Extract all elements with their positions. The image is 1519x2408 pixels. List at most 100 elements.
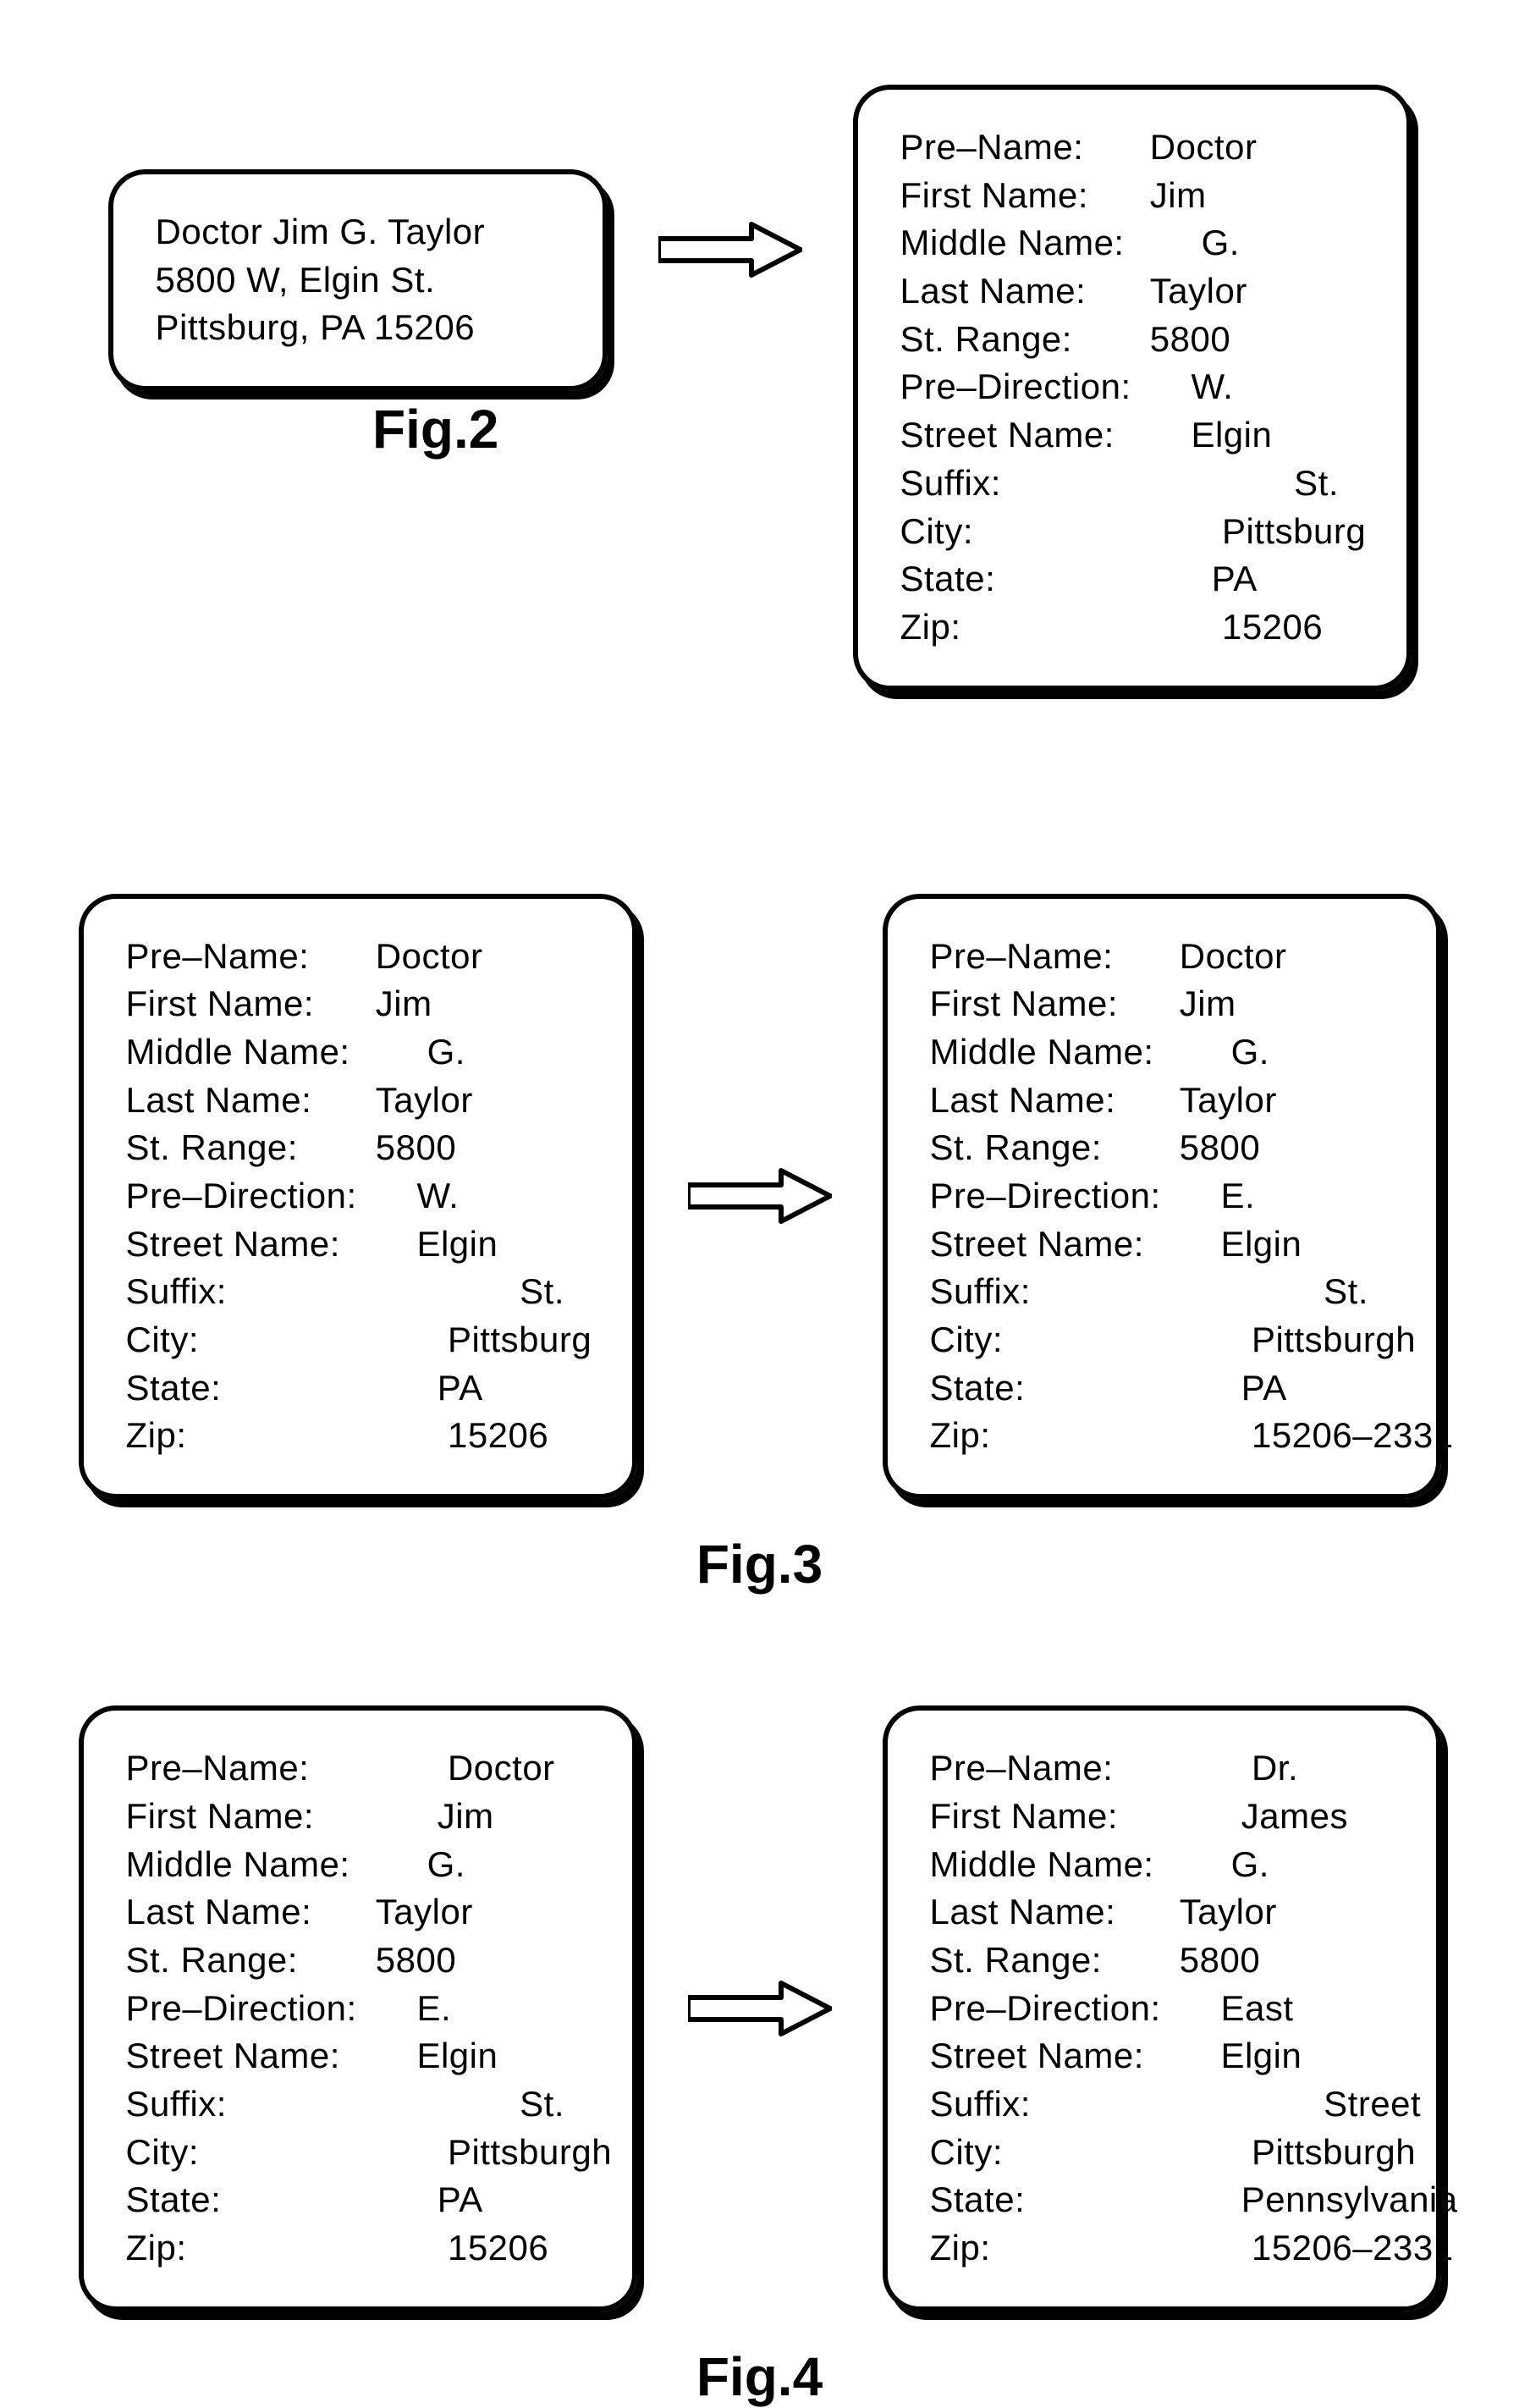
kv-value: Taylor (376, 1077, 592, 1125)
kv-line: Pre–Name: Doctor (126, 1744, 613, 1793)
kv-line: Middle Name: G. (930, 1841, 1458, 1889)
kv-key: Middle Name: (126, 1841, 376, 1889)
fig4-right-list: Pre–Name: Dr.First Name: JamesMiddle Nam… (930, 1744, 1458, 2273)
figure-4-caption: Fig.4 (102, 2345, 1417, 2408)
kv-value: St. (1150, 460, 1366, 508)
kv-value: 5800 (376, 1937, 612, 1985)
kv-line: Suffix: St. (126, 2080, 613, 2129)
kv-line: Suffix: St. (126, 1268, 592, 1316)
kv-line: Pre–Direction: E. (126, 1985, 613, 2033)
page: Doctor Jim G. Taylor 5800 W, Elgin St. P… (0, 0, 1519, 2167)
kv-value: 15206–2331 (1180, 1412, 1454, 1460)
fig3-left-list: Pre–Name: DoctorFirst Name: JimMiddle Na… (126, 933, 592, 1461)
kv-key: Pre–Name: (126, 1744, 376, 1793)
kv-value: G. (1180, 1841, 1458, 1889)
kv-line: First Name: James (930, 1793, 1458, 1841)
fig2-input-line: 5800 W, Elgin St. (156, 256, 486, 305)
kv-value: 15206 (376, 1412, 592, 1460)
kv-key: St. Range: (900, 316, 1150, 364)
kv-key: Last Name: (930, 1888, 1180, 1937)
kv-key: Pre–Direction: (126, 1172, 376, 1221)
kv-line: First Name: Jim (126, 1793, 613, 1841)
kv-line: First Name: Jim (930, 980, 1454, 1028)
kv-value: G. (1150, 219, 1366, 267)
kv-value: E. (1180, 1172, 1454, 1221)
kv-line: St. Range: 5800 (126, 1937, 613, 1985)
kv-line: Suffix: Street (930, 2080, 1458, 2129)
kv-key: Suffix: (930, 2080, 1180, 2129)
kv-key: Suffix: (126, 2080, 376, 2129)
kv-line: First Name: Jim (126, 980, 592, 1028)
kv-value: James (1180, 1793, 1458, 1841)
kv-line: St. Range: 5800 (930, 1124, 1454, 1172)
kv-line: State: PA (126, 1364, 592, 1413)
kv-value: PA (1180, 1364, 1454, 1413)
kv-line: Pre–Direction: W. (900, 363, 1367, 411)
kv-line: St. Range: 5800 (930, 1937, 1458, 1985)
fig2-input-box: Doctor Jim G. Taylor 5800 W, Elgin St. P… (108, 169, 608, 391)
kv-key: Pre–Direction: (930, 1172, 1180, 1221)
kv-key: Pre–Name: (126, 933, 376, 981)
arrow-icon (658, 220, 802, 279)
kv-key: Zip: (930, 2224, 1180, 2273)
kv-value: Taylor (1150, 267, 1366, 316)
kv-key: State: (126, 2176, 376, 2224)
kv-line: Pre–Name: Doctor (930, 933, 1454, 981)
kv-value: Pittsburg (376, 1316, 592, 1364)
kv-line: City: Pittsburgh (930, 2129, 1458, 2177)
kv-key: Zip: (126, 1412, 376, 1460)
kv-line: Suffix: St. (930, 1268, 1454, 1316)
kv-key: St. Range: (930, 1937, 1180, 1985)
kv-value: Doctor (1150, 124, 1366, 172)
kv-value: 15206 (1150, 603, 1366, 652)
kv-line: Last Name: Taylor (126, 1077, 592, 1125)
kv-key: Pre–Direction: (126, 1985, 376, 2033)
kv-value: Taylor (376, 1888, 612, 1937)
kv-key: Last Name: (126, 1077, 376, 1125)
kv-key: Pre–Name: (930, 933, 1180, 981)
figure-3: Pre–Name: DoctorFirst Name: JimMiddle Na… (102, 894, 1417, 1596)
kv-value: Pittsburg (1150, 508, 1366, 556)
fig4-left-box: Pre–Name: DoctorFirst Name: JimMiddle Na… (79, 1705, 637, 2312)
kv-value: Dr. (1180, 1744, 1458, 1793)
kv-line: Street Name: Elgin (900, 411, 1367, 460)
kv-line: Zip: 15206 (126, 2224, 613, 2273)
kv-value: East (1180, 1985, 1458, 2033)
kv-key: First Name: (126, 1793, 376, 1841)
kv-key: Middle Name: (126, 1028, 376, 1077)
kv-key: Pre–Name: (930, 1744, 1180, 1793)
kv-value: PA (376, 1364, 592, 1413)
kv-key: Pre–Direction: (900, 363, 1150, 411)
kv-value: W. (376, 1172, 592, 1221)
kv-line: Street Name: Elgin (930, 1221, 1454, 1269)
kv-value: Elgin (1180, 2032, 1458, 2080)
kv-line: Middle Name: G. (126, 1841, 613, 1889)
fig2-input-line: Doctor Jim G. Taylor (156, 208, 486, 256)
kv-line: Suffix: St. (900, 460, 1367, 508)
figure-2: Doctor Jim G. Taylor 5800 W, Elgin St. P… (102, 85, 1417, 691)
kv-key: State: (930, 2176, 1180, 2224)
kv-key: Street Name: (930, 2032, 1180, 2080)
kv-value: Taylor (1180, 1077, 1454, 1125)
kv-value: Taylor (1180, 1888, 1458, 1937)
kv-value: Jim (376, 980, 592, 1028)
kv-line: Pre–Direction: W. (126, 1172, 592, 1221)
kv-line: Last Name: Taylor (930, 1888, 1458, 1937)
kv-value: 5800 (1180, 1937, 1458, 1985)
kv-line: City: Pittsburgh (126, 2129, 613, 2177)
kv-line: Middle Name: G. (900, 219, 1367, 267)
kv-line: Last Name: Taylor (126, 1888, 613, 1937)
kv-value: G. (376, 1028, 592, 1077)
kv-key: Last Name: (126, 1888, 376, 1937)
kv-key: Zip: (126, 2224, 376, 2273)
kv-key: First Name: (930, 980, 1180, 1028)
kv-line: City: Pittsburg (126, 1316, 592, 1364)
kv-line: Pre–Name: Dr. (930, 1744, 1458, 1793)
figure-3-caption: Fig.3 (102, 1533, 1417, 1595)
fig2-output-box: Pre–Name: DoctorFirst Name: JimMiddle Na… (853, 85, 1412, 691)
kv-value: G. (1180, 1028, 1454, 1077)
kv-value: 15206 (376, 2224, 612, 2273)
kv-line: Middle Name: G. (930, 1028, 1454, 1077)
kv-line: State: PA (930, 1364, 1454, 1413)
kv-value: St. (376, 2080, 612, 2129)
